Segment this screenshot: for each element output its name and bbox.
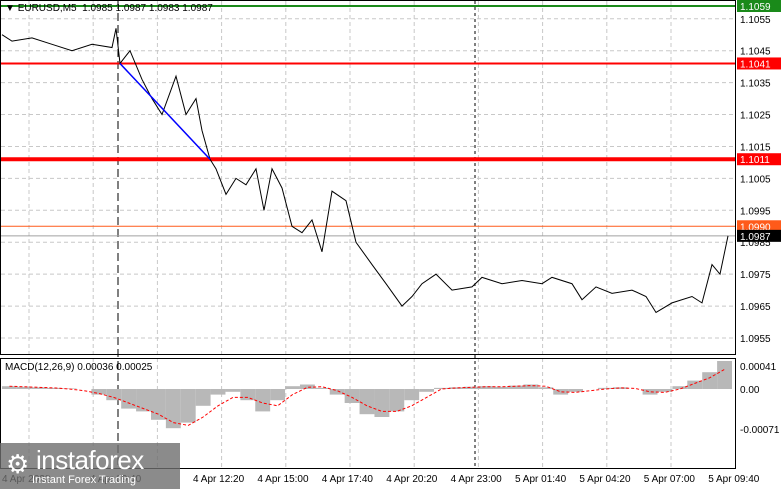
price-tick: 1.1005 <box>740 174 771 185</box>
time-label: 4 Apr 23:00 <box>451 474 503 485</box>
macd-histogram-bar <box>314 387 330 389</box>
macd-histogram-bar <box>463 386 479 389</box>
price-tick: 1.0995 <box>740 206 771 217</box>
price-tick: 1.1035 <box>740 79 771 90</box>
macd-histogram-bar <box>91 389 107 395</box>
macd-tick: 0.00 <box>740 385 760 396</box>
macd-histogram-bar <box>553 389 569 395</box>
macd-histogram-bar <box>270 389 286 401</box>
macd-histogram-bar <box>404 389 420 401</box>
macd-histogram-bar <box>717 361 732 389</box>
macd-histogram-bar <box>46 387 62 389</box>
price-tick: 1.1025 <box>740 111 771 122</box>
price-tag-label: 1.1059 <box>740 2 771 13</box>
logo-name: instaforex <box>36 445 144 475</box>
macd-histogram-bar <box>389 389 405 412</box>
macd-histogram-bar <box>642 389 658 395</box>
price-tag-label: 1.1011 <box>740 155 770 166</box>
macd-histogram-bar <box>597 387 613 389</box>
macd-histogram-bar <box>121 389 137 409</box>
macd-histogram-bar <box>374 389 390 417</box>
macd-label: MACD(12,26,9) 0.00036 0.00025 <box>5 362 153 373</box>
macd-tick: -0.00071 <box>740 425 780 436</box>
macd-histogram-bar <box>210 389 226 395</box>
macd-histogram-bar <box>285 386 300 389</box>
macd-histogram-bar <box>180 389 196 423</box>
macd-histogram-bar <box>106 389 122 401</box>
macd-histogram-bar <box>150 389 166 420</box>
price-line <box>1 28 729 314</box>
time-label: 5 Apr 04:20 <box>579 474 631 485</box>
macd-histogram-bar <box>359 389 375 415</box>
macd-histogram-bar <box>240 389 256 401</box>
macd-histogram-bar <box>523 384 539 389</box>
ohlc: 1.0985 1.0987 1.0983 1.0987 <box>82 3 213 14</box>
macd-histogram-bar <box>538 387 554 389</box>
time-label: 4 Apr 20:20 <box>386 474 438 485</box>
macd-histogram-bar <box>493 386 509 389</box>
price-tick: 1.1055 <box>740 15 771 26</box>
time-label: 5 Apr 09:40 <box>708 474 760 485</box>
time-label: 5 Apr 07:00 <box>644 474 696 485</box>
chart-header: ▼ EURUSD,M5 1.0985 1.0987 1.0983 1.0987 <box>5 3 213 14</box>
time-label: 4 Apr 17:40 <box>322 474 374 485</box>
macd-histogram-bar <box>419 389 435 392</box>
price-tick: 1.0955 <box>740 334 771 345</box>
trendline[interactable] <box>119 62 211 160</box>
macd-histogram-bar <box>434 387 449 389</box>
macd-histogram-bar <box>657 389 673 392</box>
price-tag-label: 1.0987 <box>740 232 771 243</box>
price-tick: 1.1045 <box>740 47 771 58</box>
macd-histogram-bar <box>61 388 77 389</box>
macd-histogram-bar <box>448 387 464 389</box>
gear-icon: ⚙ <box>6 449 30 479</box>
macd-histogram-bar <box>225 389 241 392</box>
macd-histogram-bar <box>136 389 151 412</box>
macd-histogram-bar <box>568 389 584 392</box>
macd-tick: 0.00041 <box>740 362 777 373</box>
macd-histogram-bar <box>478 386 494 389</box>
macd-histogram-bar <box>508 385 524 389</box>
macd-histogram-bar <box>255 389 271 412</box>
price-chart[interactable]: 1.1055 1.1045 1.1035 1.1025 1.1015 1.1005 1.09… <box>0 0 781 489</box>
time-label: 5 Apr 01:40 <box>515 474 567 485</box>
instaforex-logo: ⚙ instaforex Instant Forex Trading <box>0 443 180 489</box>
price-tick: 1.1015 <box>740 142 771 153</box>
macd-histogram-bar <box>165 389 181 429</box>
main-pane-border <box>0 0 736 355</box>
logo-tagline: Instant Forex Trading <box>32 474 136 486</box>
price-tick: 1.0975 <box>740 270 771 281</box>
macd-histogram-bar <box>329 389 345 395</box>
price-tick: 1.0965 <box>740 302 771 313</box>
macd-histogram-bar <box>299 384 315 389</box>
macd-histogram-bar <box>612 387 628 389</box>
price-tag-label: 1.1041 <box>740 59 771 70</box>
macd-histogram-bar <box>195 389 211 406</box>
symbol: EURUSD,M5 <box>17 3 77 14</box>
time-label: 4 Apr 12:20 <box>193 474 245 485</box>
time-label: 4 Apr 15:00 <box>257 474 309 485</box>
